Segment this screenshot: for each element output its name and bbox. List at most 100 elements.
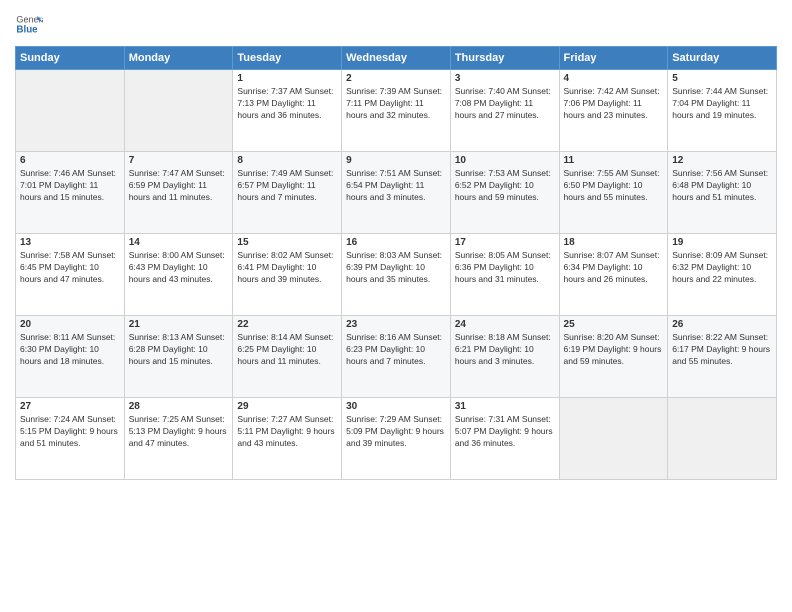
day-number: 5: [672, 73, 772, 84]
calendar-cell: 28 Sunrise: 7:25 AM Sunset: 5:13 PM Dayli…: [124, 398, 233, 480]
day-header-saturday: Saturday: [668, 47, 777, 70]
calendar-cell: 3 Sunrise: 7:40 AM Sunset: 7:08 PM Daylig…: [450, 70, 559, 152]
calendar-cell: 13 Sunrise: 7:58 AM Sunset: 6:45 PM Dayli…: [16, 234, 125, 316]
calendar-cell: 23 Sunrise: 8:16 AM Sunset: 6:23 PM Dayli…: [342, 316, 451, 398]
calendar-cell: 20 Sunrise: 8:11 AM Sunset: 6:30 PM Dayli…: [16, 316, 125, 398]
cell-info: Sunrise: 7:56 AM Sunset: 6:48 PM Dayligh…: [672, 168, 772, 204]
calendar-cell: 22 Sunrise: 8:14 AM Sunset: 6:25 PM Dayli…: [233, 316, 342, 398]
day-number: 13: [20, 237, 120, 248]
day-number: 10: [455, 155, 555, 166]
day-number: 18: [564, 237, 664, 248]
day-number: 14: [129, 237, 229, 248]
header: General Blue: [15, 10, 777, 38]
calendar-week-3: 13 Sunrise: 7:58 AM Sunset: 6:45 PM Dayli…: [16, 234, 777, 316]
day-number: 6: [20, 155, 120, 166]
day-header-friday: Friday: [559, 47, 668, 70]
day-number: 25: [564, 319, 664, 330]
logo: General Blue: [15, 10, 43, 38]
cell-info: Sunrise: 8:14 AM Sunset: 6:25 PM Dayligh…: [237, 332, 337, 368]
cell-info: Sunrise: 8:18 AM Sunset: 6:21 PM Dayligh…: [455, 332, 555, 368]
day-header-sunday: Sunday: [16, 47, 125, 70]
calendar-cell: 9 Sunrise: 7:51 AM Sunset: 6:54 PM Daylig…: [342, 152, 451, 234]
calendar-cell: 27 Sunrise: 7:24 AM Sunset: 5:15 PM Dayli…: [16, 398, 125, 480]
calendar-cell: 21 Sunrise: 8:13 AM Sunset: 6:28 PM Dayli…: [124, 316, 233, 398]
cell-info: Sunrise: 7:47 AM Sunset: 6:59 PM Dayligh…: [129, 168, 229, 204]
day-number: 22: [237, 319, 337, 330]
cell-info: Sunrise: 7:29 AM Sunset: 5:09 PM Dayligh…: [346, 414, 446, 450]
day-number: 4: [564, 73, 664, 84]
calendar-cell: 2Sunrise: 7:39 AM Sunset: 7:11 PM Daylig…: [342, 70, 451, 152]
calendar-cell: [16, 70, 125, 152]
day-number: 17: [455, 237, 555, 248]
cell-info: Sunrise: 8:13 AM Sunset: 6:28 PM Dayligh…: [129, 332, 229, 368]
cell-info: Sunrise: 8:22 AM Sunset: 6:17 PM Dayligh…: [672, 332, 772, 368]
cell-info: Sunrise: 7:46 AM Sunset: 7:01 PM Dayligh…: [20, 168, 120, 204]
cell-info: Sunrise: 7:42 AM Sunset: 7:06 PM Dayligh…: [564, 86, 664, 122]
cell-info: Sunrise: 7:25 AM Sunset: 5:13 PM Dayligh…: [129, 414, 229, 450]
calendar-cell: 25 Sunrise: 8:20 AM Sunset: 6:19 PM Dayli…: [559, 316, 668, 398]
calendar-week-1: 1 Sunrise: 7:37 AM Sunset: 7:13 PM Daylig…: [16, 70, 777, 152]
calendar-week-2: 6 Sunrise: 7:46 AM Sunset: 7:01 PM Daylig…: [16, 152, 777, 234]
svg-text:Blue: Blue: [16, 24, 38, 35]
cell-info: Sunrise: 8:20 AM Sunset: 6:19 PM Dayligh…: [564, 332, 664, 368]
calendar-week-5: 27 Sunrise: 7:24 AM Sunset: 5:15 PM Dayli…: [16, 398, 777, 480]
day-number: 23: [346, 319, 446, 330]
day-number: 1: [237, 73, 337, 84]
day-number: 7: [129, 155, 229, 166]
day-number: 28: [129, 401, 229, 412]
calendar: SundayMondayTuesdayWednesdayThursdayFrid…: [15, 46, 777, 480]
calendar-cell: 15 Sunrise: 8:02 AM Sunset: 6:41 PM Dayli…: [233, 234, 342, 316]
calendar-cell: 24 Sunrise: 8:18 AM Sunset: 6:21 PM Dayli…: [450, 316, 559, 398]
cell-info: Sunrise: 7:58 AM Sunset: 6:45 PM Dayligh…: [20, 250, 120, 286]
day-number: 30: [346, 401, 446, 412]
cell-info: Sunrise: 7:55 AM Sunset: 6:50 PM Dayligh…: [564, 168, 664, 204]
day-number: 29: [237, 401, 337, 412]
day-number: 11: [564, 155, 664, 166]
calendar-cell: 12Sunrise: 7:56 AM Sunset: 6:48 PM Dayli…: [668, 152, 777, 234]
calendar-cell: 16Sunrise: 8:03 AM Sunset: 6:39 PM Dayli…: [342, 234, 451, 316]
day-header-monday: Monday: [124, 47, 233, 70]
day-number: 16: [346, 237, 446, 248]
day-header-wednesday: Wednesday: [342, 47, 451, 70]
cell-info: Sunrise: 8:07 AM Sunset: 6:34 PM Dayligh…: [564, 250, 664, 286]
calendar-header-row: SundayMondayTuesdayWednesdayThursdayFrid…: [16, 47, 777, 70]
calendar-cell: 4 Sunrise: 7:42 AM Sunset: 7:06 PM Daylig…: [559, 70, 668, 152]
calendar-cell: 6 Sunrise: 7:46 AM Sunset: 7:01 PM Daylig…: [16, 152, 125, 234]
cell-info: Sunrise: 8:02 AM Sunset: 6:41 PM Dayligh…: [237, 250, 337, 286]
cell-info: Sunrise: 7:53 AM Sunset: 6:52 PM Dayligh…: [455, 168, 555, 204]
cell-info: Sunrise: 8:16 AM Sunset: 6:23 PM Dayligh…: [346, 332, 446, 368]
calendar-cell: 10 Sunrise: 7:53 AM Sunset: 6:52 PM Dayli…: [450, 152, 559, 234]
day-header-tuesday: Tuesday: [233, 47, 342, 70]
day-number: 9: [346, 155, 446, 166]
day-number: 31: [455, 401, 555, 412]
calendar-cell: 17Sunrise: 8:05 AM Sunset: 6:36 PM Dayli…: [450, 234, 559, 316]
cell-info: Sunrise: 7:51 AM Sunset: 6:54 PM Dayligh…: [346, 168, 446, 204]
cell-info: Sunrise: 7:31 AM Sunset: 5:07 PM Dayligh…: [455, 414, 555, 450]
day-number: 8: [237, 155, 337, 166]
cell-info: Sunrise: 7:27 AM Sunset: 5:11 PM Dayligh…: [237, 414, 337, 450]
day-number: 27: [20, 401, 120, 412]
calendar-cell: 29 Sunrise: 7:27 AM Sunset: 5:11 PM Dayli…: [233, 398, 342, 480]
day-number: 26: [672, 319, 772, 330]
cell-info: Sunrise: 7:40 AM Sunset: 7:08 PM Dayligh…: [455, 86, 555, 122]
cell-info: Sunrise: 8:11 AM Sunset: 6:30 PM Dayligh…: [20, 332, 120, 368]
page: General Blue SundayMondayTuesdayWednesda…: [0, 0, 792, 612]
calendar-cell: 5Sunrise: 7:44 AM Sunset: 7:04 PM Daylig…: [668, 70, 777, 152]
day-header-thursday: Thursday: [450, 47, 559, 70]
day-number: 20: [20, 319, 120, 330]
calendar-cell: 1 Sunrise: 7:37 AM Sunset: 7:13 PM Daylig…: [233, 70, 342, 152]
cell-info: Sunrise: 7:37 AM Sunset: 7:13 PM Dayligh…: [237, 86, 337, 122]
cell-info: Sunrise: 7:24 AM Sunset: 5:15 PM Dayligh…: [20, 414, 120, 450]
calendar-cell: 7 Sunrise: 7:47 AM Sunset: 6:59 PM Daylig…: [124, 152, 233, 234]
calendar-cell: 26 Sunrise: 8:22 AM Sunset: 6:17 PM Dayli…: [668, 316, 777, 398]
calendar-cell: 14Sunrise: 8:00 AM Sunset: 6:43 PM Dayli…: [124, 234, 233, 316]
day-number: 3: [455, 73, 555, 84]
calendar-cell: 31 Sunrise: 7:31 AM Sunset: 5:07 PM Dayli…: [450, 398, 559, 480]
day-number: 21: [129, 319, 229, 330]
day-number: 15: [237, 237, 337, 248]
day-number: 24: [455, 319, 555, 330]
cell-info: Sunrise: 7:49 AM Sunset: 6:57 PM Dayligh…: [237, 168, 337, 204]
calendar-cell: 30 Sunrise: 7:29 AM Sunset: 5:09 PM Dayli…: [342, 398, 451, 480]
logo-icon: General Blue: [15, 10, 43, 38]
calendar-cell: 18 Sunrise: 8:07 AM Sunset: 6:34 PM Dayli…: [559, 234, 668, 316]
